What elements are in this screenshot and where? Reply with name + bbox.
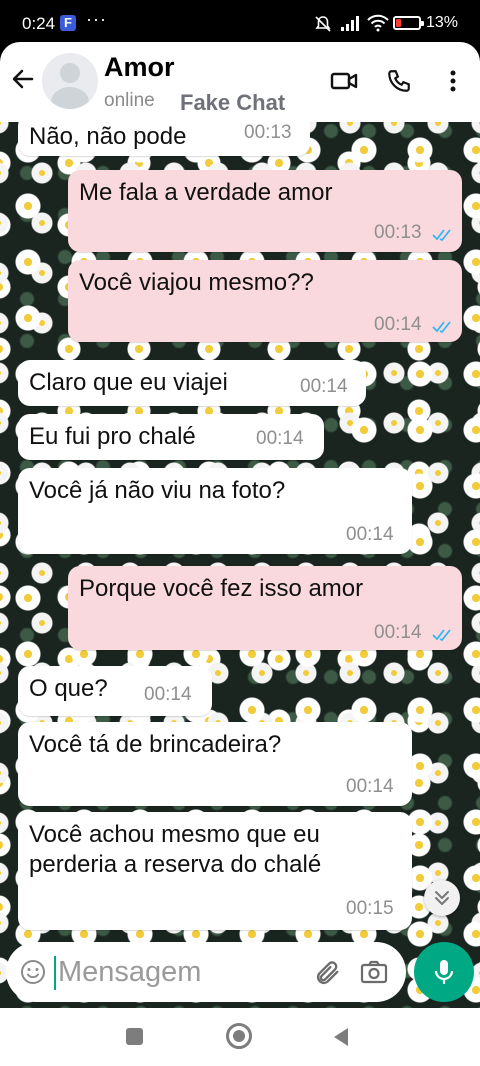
recent-apps-button[interactable]	[126, 1028, 143, 1045]
message-bubble-outgoing[interactable]: Porque você fez isso amor 00:14	[68, 566, 462, 650]
chat-header: Amor online Fake Chat	[0, 42, 480, 122]
message-bubble-incoming[interactable]: Você achou mesmo que eu perderia a reser…	[18, 812, 412, 930]
message-time: 00:14	[300, 376, 348, 397]
message-bubble-outgoing[interactable]: Me fala a verdade amor 00:13	[68, 170, 462, 252]
battery-icon	[393, 16, 424, 30]
message-time: 00:15	[346, 898, 394, 919]
message-time: 00:14	[346, 524, 394, 545]
scroll-to-bottom-button[interactable]	[424, 880, 460, 916]
battery-percent: 13%	[426, 14, 459, 31]
watermark-text: Fake Chat	[180, 90, 286, 115]
home-button[interactable]	[226, 1023, 252, 1049]
message-time: 00:13	[374, 222, 422, 243]
camera-icon[interactable]	[360, 959, 388, 985]
message-text: Você viajou mesmo??	[79, 269, 314, 296]
message-text: Porque você fez isso amor	[79, 575, 364, 602]
contact-name[interactable]: Amor	[104, 52, 175, 83]
more-options-icon[interactable]	[444, 68, 462, 94]
message-input[interactable]	[58, 952, 298, 992]
message-text: Claro que eu viajei	[29, 369, 228, 396]
system-navigation-bar	[0, 1008, 480, 1066]
message-text: Você já não viu na foto?	[29, 477, 286, 504]
message-bubble-incoming[interactable]: Você tá de brincadeira? 00:14	[18, 722, 412, 806]
contact-avatar[interactable]	[42, 53, 98, 109]
signal-icon	[341, 16, 359, 31]
contact-status: online	[104, 90, 155, 111]
microphone-icon	[434, 960, 454, 984]
message-time: 00:14	[374, 314, 422, 335]
status-bar: 0:24 F ··· 13%	[0, 0, 480, 46]
text-caret	[54, 956, 56, 990]
message-time: 00:14	[374, 622, 422, 643]
message-text: Me fala a verdade amor	[79, 179, 333, 206]
message-time: 00:14	[144, 684, 192, 705]
message-text: Não, não pode	[29, 123, 187, 150]
video-call-icon[interactable]	[330, 68, 358, 94]
chat-wallpaper: Não, não pode 00:13 Me fala a verdade am…	[0, 122, 480, 1008]
message-text: Eu fui pro chalé	[29, 423, 196, 450]
facebook-notification-icon: F	[60, 15, 76, 31]
back-arrow-icon[interactable]	[10, 66, 36, 92]
message-text: O que?	[29, 675, 108, 702]
message-text: Você achou mesmo que eu perderia a reser…	[29, 821, 322, 878]
mute-icon	[315, 16, 331, 32]
system-back-icon[interactable]	[332, 1026, 350, 1048]
wifi-icon	[367, 14, 389, 32]
more-notifications-icon: ···	[86, 9, 107, 29]
message-bubble-incoming[interactable]: Eu fui pro chalé 00:14	[18, 414, 324, 460]
message-time: 00:13	[244, 122, 292, 143]
message-time: 00:14	[346, 776, 394, 797]
emoji-icon[interactable]	[20, 959, 46, 985]
message-bubble-incoming[interactable]: Você já não viu na foto? 00:14	[18, 468, 412, 554]
message-bubble-incoming[interactable]: Não, não pode 00:13	[18, 122, 310, 156]
message-bubble-incoming[interactable]: O que? 00:14	[18, 666, 212, 716]
status-time: 0:24	[22, 14, 56, 33]
message-composer	[6, 942, 406, 1002]
read-receipt-icon	[432, 229, 451, 242]
read-receipt-icon	[432, 629, 451, 642]
message-text: Você tá de brincadeira?	[29, 731, 282, 758]
voice-message-button[interactable]	[414, 942, 474, 1002]
message-bubble-outgoing[interactable]: Você viajou mesmo?? 00:14	[68, 260, 462, 342]
message-bubble-incoming[interactable]: Claro que eu viajei 00:14	[18, 360, 366, 406]
double-chevron-down-icon	[435, 891, 449, 905]
read-receipt-icon	[432, 321, 451, 334]
message-time: 00:14	[256, 428, 304, 449]
attach-icon[interactable]	[314, 959, 342, 987]
voice-call-icon[interactable]	[386, 68, 412, 94]
